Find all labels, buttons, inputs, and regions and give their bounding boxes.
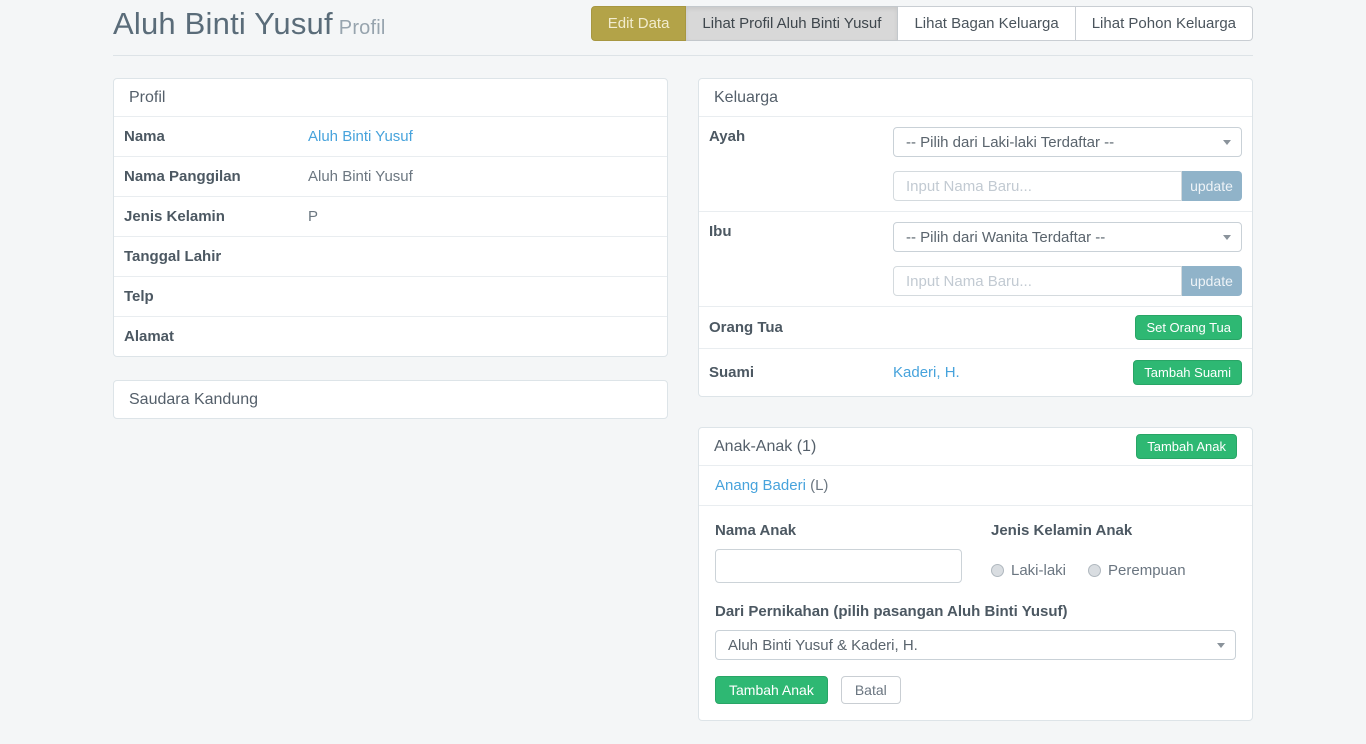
edit-data-button[interactable]: Edit Data: [591, 6, 687, 41]
ayah-update-button[interactable]: update: [1182, 171, 1242, 201]
nama-value-link[interactable]: Aluh Binti Yusuf: [308, 128, 413, 145]
table-row: Tanggal Lahir: [114, 236, 667, 276]
saudara-kandung-card: Saudara Kandung: [113, 380, 668, 419]
suami-value-link[interactable]: Kaderi, H.: [893, 364, 960, 381]
table-row: Jenis Kelamin P: [114, 196, 667, 236]
page-header: Aluh Binti Yusuf Profil Edit Data Lihat P…: [113, 0, 1253, 56]
ayah-new-name-input[interactable]: [893, 171, 1182, 201]
content-columns: Profil Nama Aluh Binti Yusuf Nama Panggi…: [113, 78, 1253, 744]
saudara-kandung-header: Saudara Kandung: [114, 381, 667, 418]
radio-laki-laki[interactable]: [991, 564, 1004, 577]
profil-card: Profil Nama Aluh Binti Yusuf Nama Panggi…: [113, 78, 668, 357]
ibu-input-group: update: [893, 266, 1242, 296]
tambah-anak-submit-button[interactable]: Tambah Anak: [715, 676, 828, 704]
ayah-row: Ayah -- Pilih dari Laki-laki Terdaftar -…: [699, 116, 1252, 211]
table-row: Nama Aluh Binti Yusuf: [114, 116, 667, 156]
ibu-select[interactable]: -- Pilih dari Wanita Terdaftar --: [893, 222, 1242, 252]
row-label-suami: Suami: [709, 363, 893, 382]
ayah-select[interactable]: -- Pilih dari Laki-laki Terdaftar --: [893, 127, 1242, 157]
ibu-new-name-input[interactable]: [893, 266, 1182, 296]
radio-perempuan-label: Perempuan: [1108, 562, 1186, 579]
batal-button[interactable]: Batal: [841, 676, 901, 704]
tambah-anak-header-button[interactable]: Tambah Anak: [1136, 434, 1237, 459]
anak-anak-header: Anak-Anak (1) Tambah Anak: [699, 428, 1252, 465]
jenis-kelamin-anak-label: Jenis Kelamin Anak: [991, 522, 1236, 540]
suami-row: Suami Kaderi, H. Tambah Suami: [699, 348, 1252, 396]
view-switcher: Edit Data Lihat Profil Aluh Binti Yusuf …: [591, 6, 1253, 41]
ayah-select-wrap: -- Pilih dari Laki-laki Terdaftar --: [893, 127, 1242, 157]
keluarga-card: Keluarga Ayah -- Pilih dari Laki-laki Te…: [698, 78, 1253, 397]
row-label-tanggal-lahir: Tanggal Lahir: [124, 247, 308, 266]
row-label-jenis-kelamin: Jenis Kelamin: [124, 207, 308, 226]
ibu-select-wrap: -- Pilih dari Wanita Terdaftar --: [893, 222, 1242, 252]
keluarga-card-title: Keluarga: [714, 89, 778, 107]
ibu-update-button[interactable]: update: [1182, 266, 1242, 296]
person-name: Aluh Binti Yusuf: [113, 6, 333, 41]
table-row: Telp: [114, 276, 667, 316]
ayah-input-group: update: [893, 171, 1242, 201]
anak-anak-title: Anak-Anak (1): [714, 438, 816, 456]
radio-perempuan[interactable]: [1088, 564, 1101, 577]
keluarga-card-header: Keluarga: [699, 79, 1252, 116]
nama-panggilan-value: Aluh Binti Yusuf: [308, 167, 413, 186]
form-buttons: Tambah Anak Batal: [715, 676, 1236, 704]
pernikahan-select[interactable]: Aluh Binti Yusuf & Kaderi, H.: [715, 630, 1236, 660]
row-label-orang-tua: Orang Tua: [709, 318, 893, 337]
tambah-suami-button[interactable]: Tambah Suami: [1133, 360, 1242, 385]
saudara-kandung-title: Saudara Kandung: [129, 391, 258, 409]
page-subtitle: Profil: [339, 17, 386, 39]
lihat-profil-button[interactable]: Lihat Profil Aluh Binti Yusuf: [686, 6, 898, 41]
left-column: Profil Nama Aluh Binti Yusuf Nama Panggi…: [113, 78, 668, 442]
page-container: Aluh Binti Yusuf Profil Edit Data Lihat P…: [113, 0, 1253, 744]
jenis-kelamin-value: P: [308, 207, 318, 226]
profil-card-header: Profil: [114, 79, 667, 116]
ibu-row: Ibu -- Pilih dari Wanita Terdaftar -- up…: [699, 211, 1252, 306]
child-name-link[interactable]: Anang Baderi: [715, 477, 806, 494]
child-list-item: Anang Baderi (L): [699, 465, 1252, 505]
row-label-ayah: Ayah: [709, 127, 893, 201]
profil-card-title: Profil: [129, 89, 165, 107]
set-orang-tua-button[interactable]: Set Orang Tua: [1135, 315, 1242, 340]
add-child-form: Nama Anak Jenis Kelamin Anak Laki-laki: [699, 505, 1252, 720]
right-column: Keluarga Ayah -- Pilih dari Laki-laki Te…: [698, 78, 1253, 744]
page-title: Aluh Binti Yusuf Profil: [113, 6, 386, 42]
lihat-pohon-button[interactable]: Lihat Pohon Keluarga: [1076, 6, 1253, 41]
table-row: Nama Panggilan Aluh Binti Yusuf: [114, 156, 667, 196]
orang-tua-row: Orang Tua Set Orang Tua: [699, 306, 1252, 348]
lihat-bagan-button[interactable]: Lihat Bagan Keluarga: [898, 6, 1075, 41]
radio-laki-laki-label: Laki-laki: [1011, 562, 1066, 579]
gender-radio-group: Laki-laki Perempuan: [991, 549, 1236, 579]
row-label-alamat: Alamat: [124, 327, 308, 346]
row-label-nama-panggilan: Nama Panggilan: [124, 167, 308, 186]
row-label-telp: Telp: [124, 287, 308, 306]
nama-anak-label: Nama Anak: [715, 522, 991, 540]
child-gender-suffix: (L): [810, 477, 828, 494]
anak-anak-card: Anak-Anak (1) Tambah Anak Anang Baderi (…: [698, 427, 1253, 721]
table-row: Alamat: [114, 316, 667, 356]
nama-anak-input[interactable]: [715, 549, 962, 583]
dari-pernikahan-label: Dari Pernikahan (pilih pasangan Aluh Bin…: [715, 603, 1236, 621]
pernikahan-select-wrap: Aluh Binti Yusuf & Kaderi, H.: [715, 630, 1236, 660]
row-label-ibu: Ibu: [709, 222, 893, 296]
row-label-nama: Nama: [124, 127, 308, 146]
